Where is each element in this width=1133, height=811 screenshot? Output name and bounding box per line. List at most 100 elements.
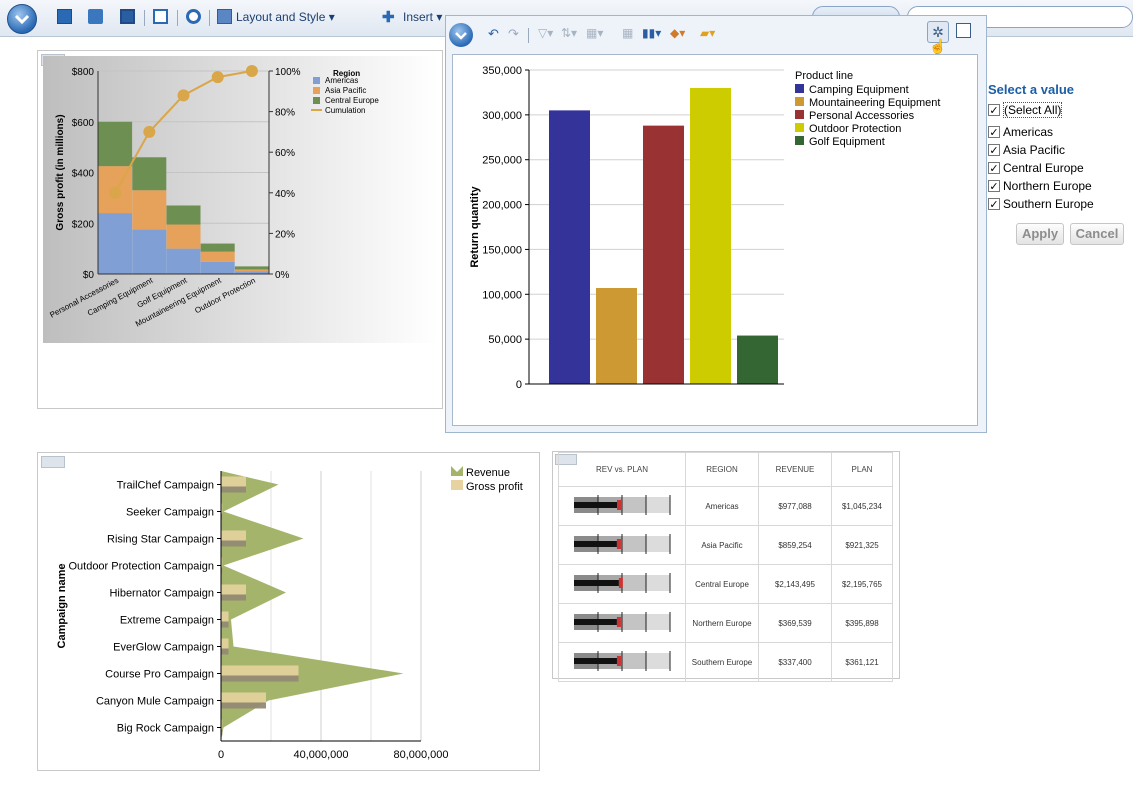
legend-label: Golf Equipment <box>809 136 885 148</box>
checkbox[interactable]: ✓ <box>988 126 1000 139</box>
x-tick-label: 0 <box>218 749 224 761</box>
layout-style-icon <box>217 9 232 24</box>
redo-icon[interactable]: ↷ <box>508 26 519 42</box>
cancel-button[interactable]: Cancel <box>1070 223 1124 245</box>
y-tick-label: TrailChef Campaign <box>117 480 214 492</box>
bar-segment <box>98 121 133 167</box>
y-tick-label: $0 <box>83 270 95 281</box>
toolbar-separator <box>144 10 145 26</box>
bar <box>690 87 731 384</box>
column-header[interactable]: PLAN <box>831 452 893 487</box>
bar-segment <box>132 229 167 274</box>
bullet-graph <box>574 651 671 671</box>
bullet-graph <box>574 573 671 593</box>
legend-label: Asia Pacific <box>325 86 366 95</box>
y-tick-label: Course Pro Campaign <box>105 669 214 681</box>
bullet-band <box>646 575 670 591</box>
legend-label: Cumulation <box>325 106 365 115</box>
checkbox[interactable]: ✓ <box>988 162 1000 175</box>
table-icon[interactable]: ▦ <box>622 26 633 40</box>
y-tick-label: 300,000 <box>482 110 522 122</box>
y-tick-label: Seeker Campaign <box>126 507 214 519</box>
style-icon[interactable]: ▰▾ <box>700 26 715 40</box>
return-quantity-widget[interactable]: ↶ ↷ ▽▾ ⇅▾ ▦▾ ▦ ▮▮▾ ◆▾ ▰▾ ✲ ☝ 0 50,000 100,… <box>445 15 987 433</box>
chart-type-icon[interactable]: ▮▮▾ <box>642 26 661 40</box>
bullet-cell <box>558 525 686 565</box>
legend-swatch <box>313 77 320 84</box>
y-tick-label: 350,000 <box>482 65 522 77</box>
legend-swatch <box>451 466 463 476</box>
y2-tick-label: 80% <box>275 108 295 119</box>
layout-and-style-menu[interactable]: Layout and Style ▾ <box>236 10 335 24</box>
sort-icon[interactable]: ⇅▾ <box>561 26 577 40</box>
cumulation-point <box>211 71 224 84</box>
y-axis-title: Campaign name <box>56 564 68 649</box>
filter-icon[interactable]: ▽▾ <box>538 26 553 40</box>
filter-option[interactable]: ✓ Central Europe <box>988 159 1133 177</box>
pareto-chart-widget[interactable]: $0 $200 $400 $600 $800 0% 20% 40% 60% 80% 100% Gros… <box>37 50 443 409</box>
new-dashboard-icon[interactable] <box>57 9 72 24</box>
y-tick-label: 250,000 <box>482 155 522 167</box>
bullet-target-marker <box>618 578 623 588</box>
filter-option[interactable]: ✓ Americas <box>988 123 1133 141</box>
column-header[interactable]: REGION <box>685 452 759 487</box>
legend-label: Revenue <box>466 467 510 479</box>
filter-option[interactable]: ✓ (Select All) <box>988 101 1133 119</box>
revenue-vs-plan-widget[interactable]: REV vs. PLAN REGION REVENUE PLAN Americas $9… <box>552 451 900 682</box>
filter-option[interactable]: ✓ Southern Europe <box>988 195 1133 213</box>
table-row: Asia Pacific $859,254 $921,325 <box>558 525 893 565</box>
refresh-icon[interactable] <box>186 9 201 24</box>
palette-icon[interactable]: ◆▾ <box>670 26 685 40</box>
legend-swatch <box>795 84 804 93</box>
bar-segment <box>200 261 235 274</box>
y-tick-label: Rising Star Campaign <box>107 534 214 546</box>
plus-icon: ✚ <box>382 9 395 26</box>
legend-swatch <box>795 110 804 119</box>
bullet-target-marker <box>616 656 621 666</box>
checkbox[interactable]: ✓ <box>988 180 1000 193</box>
pareto-chart: $0 $200 $400 $600 $800 0% 20% 40% 60% 80% 100% Gros… <box>43 56 438 343</box>
insert-menu[interactable]: Insert ▾ <box>403 10 442 24</box>
cell-revenue: $2,143,495 <box>758 564 832 604</box>
gross-profit-bar-shade <box>221 648 229 655</box>
summarize-icon[interactable]: ▦▾ <box>586 26 603 40</box>
toolbar-separator <box>177 10 178 26</box>
open-folder-icon[interactable] <box>88 9 103 24</box>
table-row: Americas $977,088 $1,045,234 <box>558 486 893 526</box>
cell-revenue: $369,539 <box>758 603 832 643</box>
widget-menu-button[interactable] <box>449 23 473 47</box>
save-icon[interactable] <box>120 9 135 24</box>
y-tick-label: EverGlow Campaign <box>113 642 214 654</box>
chevron-down-icon <box>455 32 467 40</box>
bar-segment <box>166 248 201 274</box>
bullet-value-bar <box>574 541 617 547</box>
email-icon[interactable] <box>153 9 168 24</box>
checkbox[interactable]: ✓ <box>988 144 1000 157</box>
checkbox[interactable]: ✓ <box>988 198 1000 211</box>
bullet-graph <box>574 495 671 515</box>
legend-swatch <box>795 136 804 145</box>
apply-button[interactable]: Apply <box>1016 223 1064 245</box>
legend-label: Gross profit <box>466 481 523 493</box>
y-tick-label: $800 <box>72 67 95 78</box>
y-axis-title: Gross profit (in millions) <box>55 114 66 230</box>
cell-region: Asia Pacific <box>685 525 759 565</box>
filter-option[interactable]: ✓ Northern Europe <box>988 177 1133 195</box>
campaign-chart-widget[interactable]: 0 40,000,000 80,000,000 TrailChef Campaign S… <box>37 452 540 771</box>
column-header[interactable]: REVENUE <box>758 452 832 487</box>
bullet-graph <box>574 534 671 554</box>
revenue-plan-table: REV vs. PLAN REGION REVENUE PLAN Americas $9… <box>558 452 893 682</box>
bullet-value-bar <box>574 580 619 586</box>
checkbox[interactable]: ✓ <box>988 104 1000 117</box>
bar <box>549 110 590 384</box>
maximize-icon[interactable] <box>956 23 971 38</box>
bullet-target-marker <box>617 500 622 510</box>
main-menu-button[interactable] <box>7 4 37 34</box>
filter-option-label: Central Europe <box>1003 161 1084 175</box>
column-header[interactable]: REV vs. PLAN <box>558 452 686 487</box>
legend-label: Mountaineering Equipment <box>809 97 940 109</box>
value-filter-panel: Select a value ✓ (Select All) ✓ Americas ✓ As… <box>988 82 1133 245</box>
filter-option[interactable]: ✓ Asia Pacific <box>988 141 1133 159</box>
undo-icon[interactable]: ↶ <box>488 26 499 42</box>
bar <box>737 335 778 384</box>
